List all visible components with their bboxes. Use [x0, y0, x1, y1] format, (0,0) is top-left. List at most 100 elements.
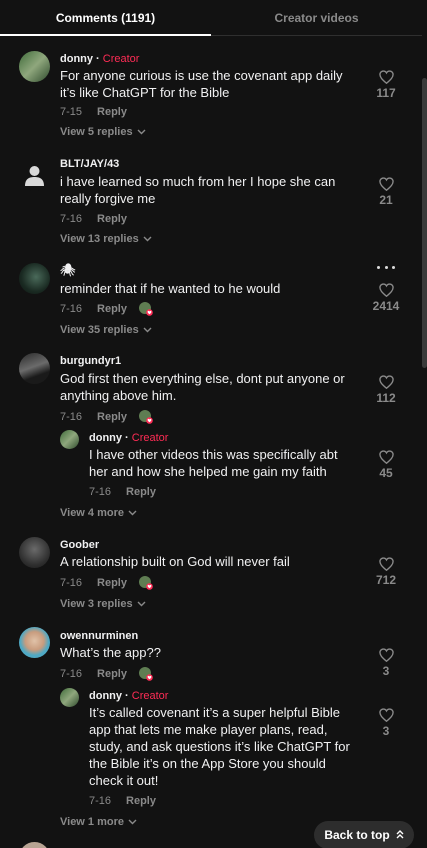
like-button[interactable]: 712: [362, 557, 410, 587]
reply-username[interactable]: donny · Creator: [89, 690, 168, 702]
view-replies-button[interactable]: View 5 replies: [60, 126, 146, 138]
reply-meta: 7-16 Reply: [89, 486, 156, 498]
chevron-down-icon: [128, 819, 137, 825]
reply-button[interactable]: Reply: [97, 668, 127, 680]
reply-meta: 7-16 Reply: [89, 795, 156, 807]
creator-badge: Creator: [102, 53, 140, 65]
creator-liked-avatar: [139, 410, 153, 424]
back-to-top-button[interactable]: Back to top: [314, 821, 414, 848]
reply-button[interactable]: Reply: [97, 577, 127, 589]
view-replies-label: View 13 replies: [60, 233, 139, 245]
view-more-button[interactable]: View 1 more: [60, 816, 137, 828]
comment-text: For anyone curious is use the covenant a…: [60, 68, 343, 100]
reply-button[interactable]: Reply: [97, 213, 127, 225]
comment-tabs: Comments (1191) Creator videos: [0, 0, 422, 36]
separator: ·: [93, 53, 103, 65]
creator-liked-avatar: [139, 302, 153, 316]
like-count: 3: [382, 724, 390, 738]
avatar[interactable]: [19, 842, 50, 848]
separator: ·: [122, 432, 132, 444]
heart-icon: [378, 557, 394, 571]
chevron-down-icon: [137, 601, 146, 607]
back-to-top-label: Back to top: [324, 828, 390, 842]
reply-button[interactable]: Reply: [97, 106, 127, 118]
creator-liked-heart-icon: [139, 302, 153, 316]
heart-icon: [378, 283, 394, 297]
like-button[interactable]: 21: [362, 177, 410, 207]
avatar[interactable]: [19, 353, 50, 384]
like-count: 117: [376, 86, 396, 100]
tab-comments[interactable]: Comments (1191): [0, 0, 211, 36]
comment-meta: 7-16 Reply: [60, 667, 153, 681]
reply-username[interactable]: donny · Creator: [89, 432, 168, 444]
reply-button[interactable]: Reply: [97, 411, 127, 423]
reply-text: It’s called covenant it’s a super helpfu…: [89, 705, 350, 788]
creator-liked-heart-icon: [139, 576, 153, 590]
comment-username[interactable]: BLT/JAY/43: [60, 158, 119, 170]
avatar[interactable]: [19, 160, 50, 191]
double-chevron-up-icon: [396, 829, 404, 842]
comment-date: 7-15: [60, 106, 83, 118]
view-replies-button[interactable]: View 35 replies: [60, 324, 152, 336]
creator-liked-heart-icon: [139, 667, 153, 681]
reply-avatar[interactable]: [60, 688, 79, 707]
avatar[interactable]: [19, 51, 50, 82]
reply-button[interactable]: Reply: [126, 795, 156, 807]
view-replies-button[interactable]: View 3 replies: [60, 598, 146, 610]
comment-username[interactable]: owennurminen: [60, 630, 138, 642]
heart-icon: [378, 375, 394, 389]
like-button[interactable]: 112: [362, 375, 410, 405]
like-button[interactable]: 2414: [362, 283, 410, 313]
comment-username[interactable]: burgundyr1: [60, 355, 121, 367]
more-options-icon[interactable]: [377, 266, 395, 272]
like-count: 2414: [372, 299, 400, 313]
comment-text: What’s the app??: [60, 645, 161, 660]
reply-date: 7-16: [89, 795, 112, 807]
comment-username[interactable]: Goober: [60, 539, 99, 551]
username-text[interactable]: donny: [60, 53, 93, 65]
comment-username[interactable]: 🕷: [60, 263, 75, 277]
like-count: 3: [382, 664, 390, 678]
comment-username[interactable]: donny · Creator: [60, 53, 139, 65]
username-text[interactable]: donny: [89, 690, 122, 702]
heart-icon: [378, 70, 394, 84]
separator: ·: [122, 690, 132, 702]
avatar[interactable]: [19, 263, 50, 294]
reply-button[interactable]: Reply: [126, 486, 156, 498]
reply-text: I have other videos this was specificall…: [89, 447, 338, 479]
view-more-button[interactable]: View 4 more: [60, 507, 137, 519]
like-button[interactable]: 45: [362, 450, 410, 480]
view-replies-button[interactable]: View 13 replies: [60, 233, 152, 245]
reply-avatar[interactable]: [60, 430, 79, 449]
chevron-down-icon: [128, 510, 137, 516]
like-button[interactable]: 3: [362, 708, 410, 738]
chevron-down-icon: [137, 129, 146, 135]
like-button[interactable]: 3: [362, 648, 410, 678]
creator-badge: Creator: [131, 690, 169, 702]
reply-date: 7-16: [89, 486, 112, 498]
username-text[interactable]: donny: [89, 432, 122, 444]
reply-button[interactable]: Reply: [97, 303, 127, 315]
like-button[interactable]: 117: [362, 70, 410, 100]
avatar[interactable]: [19, 537, 50, 568]
chevron-down-icon: [143, 327, 152, 333]
heart-icon: [378, 648, 394, 662]
avatar[interactable]: [19, 627, 50, 658]
scrollbar[interactable]: [422, 78, 427, 368]
creator-badge: Creator: [131, 432, 169, 444]
like-count: 45: [379, 466, 393, 480]
like-count: 112: [376, 391, 396, 405]
comment-meta: 7-15 Reply: [60, 106, 127, 118]
comment-meta: 7-16 Reply: [60, 576, 153, 590]
view-replies-label: View 3 replies: [60, 598, 133, 610]
comment-text: God first then everything else, dont put…: [60, 371, 345, 403]
comment-date: 7-16: [60, 577, 83, 589]
creator-liked-avatar: [139, 576, 153, 590]
comment-meta: 7-16 Reply: [60, 410, 153, 424]
like-count: 712: [375, 573, 397, 587]
comment-meta: 7-16 Reply: [60, 213, 127, 225]
creator-liked-heart-icon: [139, 410, 153, 424]
heart-icon: [378, 177, 394, 191]
creator-liked-avatar: [139, 667, 153, 681]
tab-creator-videos[interactable]: Creator videos: [211, 0, 422, 35]
